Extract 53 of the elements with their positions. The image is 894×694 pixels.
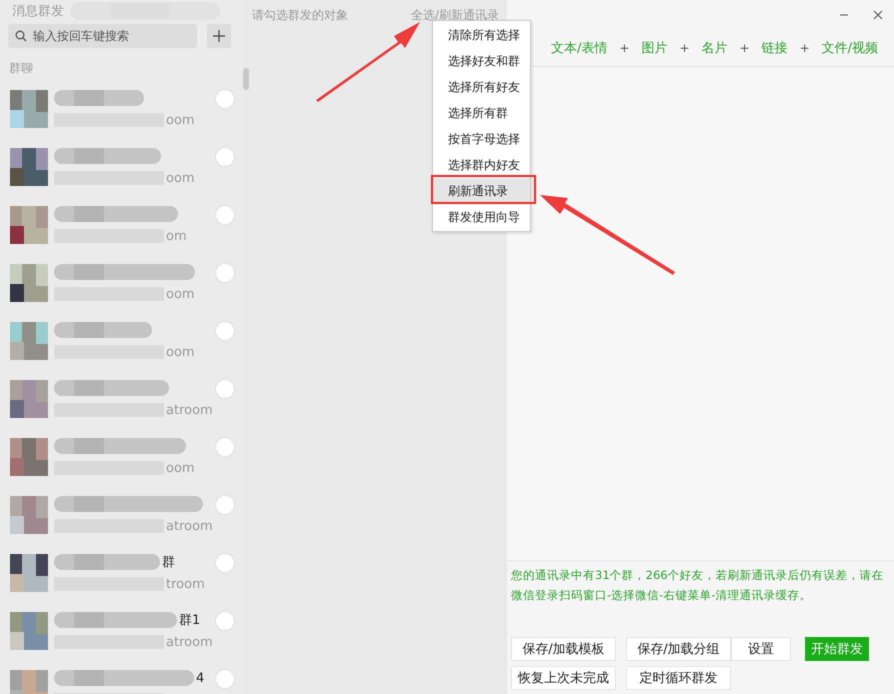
contact-id: troom [166, 576, 205, 592]
menu-item[interactable]: 选择所有群 [433, 100, 530, 126]
contact-row[interactable]: 群 troom [0, 544, 245, 602]
contact-id: atroom [166, 402, 213, 418]
radio-button[interactable] [215, 669, 235, 689]
contact-row[interactable]: 4 [0, 660, 245, 694]
action-button[interactable]: 保存/加载分组 [626, 637, 731, 661]
contact-id: oom [166, 170, 195, 186]
contact-name: 4 [196, 670, 204, 686]
menu-item[interactable]: 选择群内好友 [433, 152, 530, 178]
menu-item[interactable]: 刷新通讯录 [433, 178, 530, 204]
radio-button[interactable] [215, 437, 235, 457]
section-label: 群聊 [8, 60, 34, 74]
contact-name: 群 [162, 554, 175, 571]
radio-button[interactable] [215, 89, 235, 109]
menu-item[interactable]: 群发使用向导 [433, 204, 530, 230]
action-button[interactable]: 设置 [731, 637, 791, 661]
contact-id: oom [166, 460, 195, 476]
radio-button[interactable] [215, 553, 235, 573]
radio-button[interactable] [215, 379, 235, 399]
scrollbar[interactable] [243, 68, 249, 90]
contact-id: oom [166, 286, 195, 302]
action-button[interactable]: 恢复上次未完成 [511, 666, 616, 690]
contact-id: om [166, 228, 187, 244]
contact-id: atroom [166, 634, 213, 650]
plus-sign: + [679, 41, 690, 55]
radio-button[interactable] [215, 263, 235, 283]
plus-icon [212, 29, 226, 43]
radio-button[interactable] [215, 495, 235, 515]
action-button[interactable]: 保存/加载模板 [511, 637, 616, 661]
menu-item[interactable]: 按首字母选择 [433, 126, 530, 152]
contact-id: oom [166, 112, 195, 128]
action-button[interactable]: 定时循环群发 [626, 666, 731, 690]
menu-item[interactable]: 清除所有选择 [433, 22, 530, 48]
search-icon [15, 30, 27, 42]
search-field[interactable]: 输入按回车键搜索 [8, 24, 197, 48]
plus-sign: + [740, 41, 750, 55]
close-icon[interactable] [873, 10, 883, 20]
add-button[interactable] [207, 24, 231, 48]
menu-item[interactable]: 选择好友和群 [433, 48, 530, 74]
contact-id: oom [166, 344, 195, 360]
radio-button[interactable] [215, 321, 235, 341]
contact-row[interactable]: 群1 atroom [0, 602, 245, 660]
instruction-text: 请勾选群发的对象 [252, 6, 348, 24]
window-title: 消息群发 [12, 3, 64, 20]
radio-button[interactable] [215, 205, 235, 225]
menu-item[interactable]: 选择所有好友 [433, 74, 530, 100]
contact-id: atroom [166, 518, 213, 534]
radio-button[interactable] [215, 611, 235, 631]
radio-button[interactable] [215, 147, 235, 167]
plus-sign: + [800, 41, 810, 55]
contact-name: 群1 [179, 612, 200, 629]
plus-sign: + [619, 41, 630, 55]
